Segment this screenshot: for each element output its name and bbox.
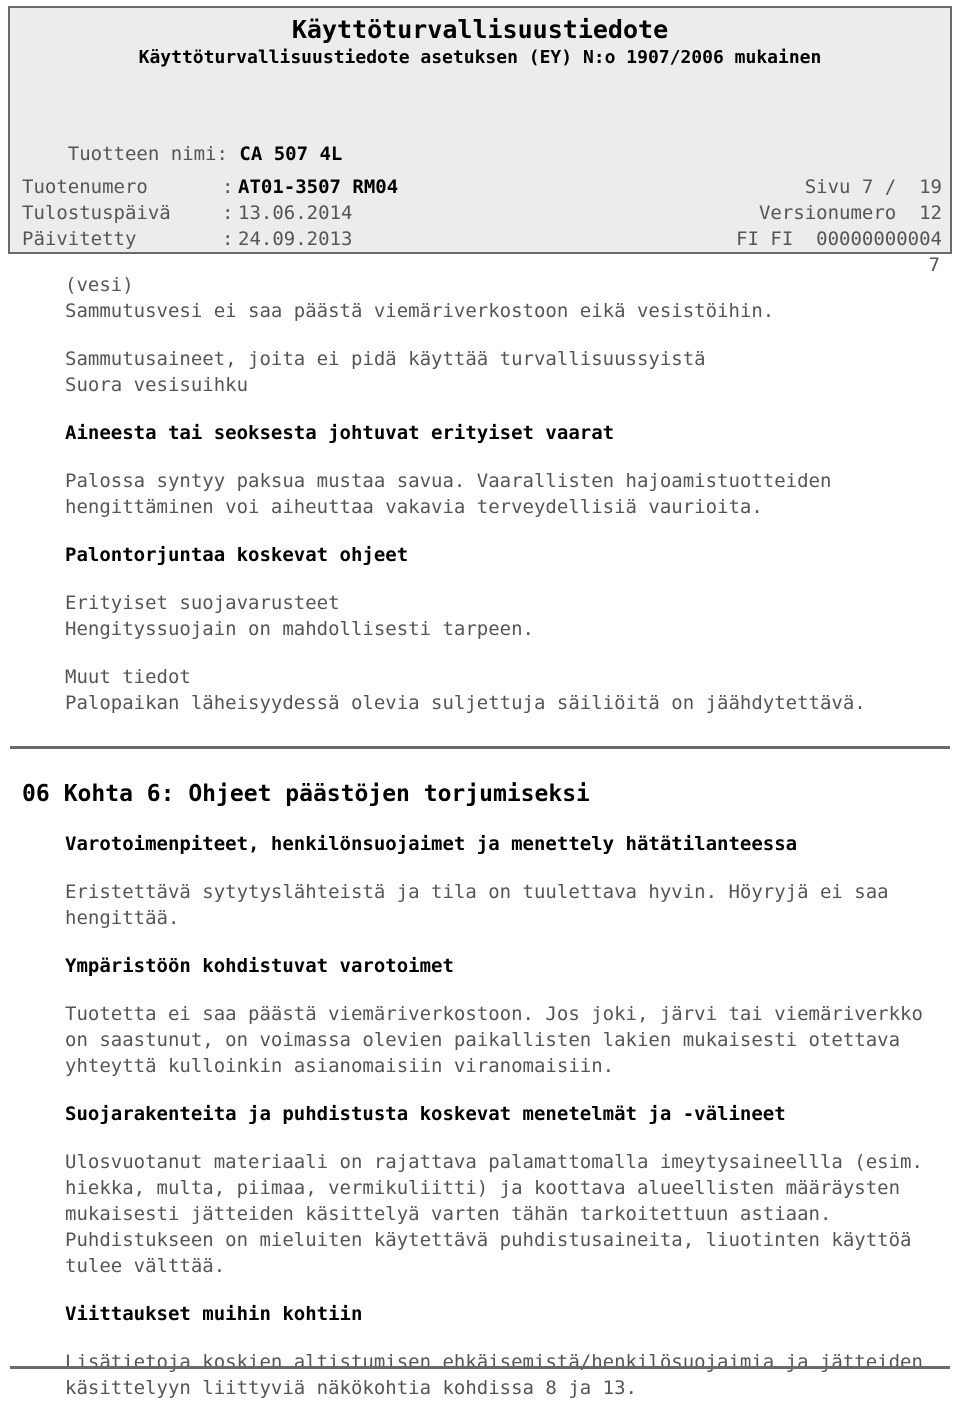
metadata-right-value: FI FI 00000000004 xyxy=(736,228,942,250)
heading-ymparistoon-varotoimet: Ympäristöön kohdistuvat varotoimet xyxy=(65,955,454,977)
page-footer-divider xyxy=(10,1366,950,1369)
metadata-row: Tuotenumero : AT01-3507 RM04 Sivu 7 / 19 xyxy=(22,174,942,200)
product-name-value: CA 507 4L xyxy=(239,143,343,165)
paragraph-palopaikan-sailiot: Palopaikan läheisyydessä olevia suljettu… xyxy=(65,692,866,714)
metadata-label: Tuotenumero xyxy=(22,176,148,198)
paragraph-tuotetta-viemariverkosto: Tuotetta ei saa päästä viemäriverkostoon… xyxy=(65,1003,935,1077)
section-number: 06 xyxy=(22,781,50,807)
metadata-colon: : xyxy=(222,202,234,224)
paragraph-suora-vesisuihku: Suora vesisuihku xyxy=(65,374,249,396)
metadata-row: Päivitetty : 24.09.2013 FI FI 0000000000… xyxy=(22,226,942,252)
document-body: (vesi) Sammutusvesi ei saa päästä viemär… xyxy=(0,272,960,1401)
heading-erityiset-vaarat: Aineesta tai seoksesta johtuvat erityise… xyxy=(65,422,615,444)
heading-palontorjuntaa: Palontorjuntaa koskevat ohjeet xyxy=(65,544,409,566)
document-header-box: Käyttöturvallisuustiedote Käyttöturvalli… xyxy=(8,6,952,276)
section-heading-06: 06 Kohta 6: Ohjeet päästöjen torjumiseks… xyxy=(0,779,960,809)
metadata-label: Tulostuspäivä xyxy=(22,202,171,224)
metadata-right-value: Versionumero 12 xyxy=(758,202,942,224)
metadata-row: Tulostuspäivä : 13.06.2014 Versionumero … xyxy=(22,200,942,226)
metadata-colon: : xyxy=(222,228,234,250)
paragraph-sammutusvesi: Sammutusvesi ei saa päästä viemäriverkos… xyxy=(65,300,775,322)
document-metadata: Tuotenumero : AT01-3507 RM04 Sivu 7 / 19… xyxy=(22,174,942,278)
metadata-right-value: Sivu 7 / 19 xyxy=(804,176,942,198)
paragraph-hengityssuojain: Hengityssuojain on mahdollisesti tarpeen… xyxy=(65,618,534,640)
paragraph-erityiset-suojavarusteet: Erityiset suojavarusteet xyxy=(65,592,340,614)
paragraph-palossa-savua: Palossa syntyy paksua mustaa savua. Vaar… xyxy=(65,470,843,518)
paragraph-eristettava-sytytyslahteista: Eristettävä sytytyslähteistä ja tila on … xyxy=(65,881,901,929)
heading-varotoimenpiteet: Varotoimenpiteet, henkilönsuojaimet ja m… xyxy=(65,833,798,855)
heading-suojarakenteita-puhdistusta: Suojarakenteita ja puhdistusta koskevat … xyxy=(65,1103,786,1125)
document-subtitle: Käyttöturvallisuustiedote asetuksen (EY)… xyxy=(138,46,822,68)
metadata-value: 24.09.2013 xyxy=(238,228,353,250)
paragraph-vesi: (vesi) xyxy=(65,274,134,296)
product-name-label: Tuotteen nimi: xyxy=(67,143,228,165)
section-title: Kohta 6: Ohjeet päästöjen torjumiseksi xyxy=(63,781,590,807)
heading-viittaukset-muihin-kohtiin: Viittaukset muihin kohtiin xyxy=(65,1303,363,1325)
paragraph-muut-tiedot: Muut tiedot xyxy=(65,666,191,688)
paragraph-sammutusaineet: Sammutusaineet, joita ei pidä käyttää tu… xyxy=(65,348,706,370)
metadata-label: Päivitetty xyxy=(22,228,137,250)
metadata-colon: : xyxy=(222,176,234,198)
paragraph-lisatietoja-kohdissa: Lisätietoja koskien altistumisen ehkäise… xyxy=(65,1351,935,1399)
metadata-value: 13.06.2014 xyxy=(238,202,353,224)
document-title: Käyttöturvallisuustiedote xyxy=(291,15,669,44)
paragraph-ulosvuotanut-materiaali: Ulosvuotanut materiaali on rajattava pal… xyxy=(65,1151,935,1277)
metadata-value: AT01-3507 RM04 xyxy=(238,176,399,198)
